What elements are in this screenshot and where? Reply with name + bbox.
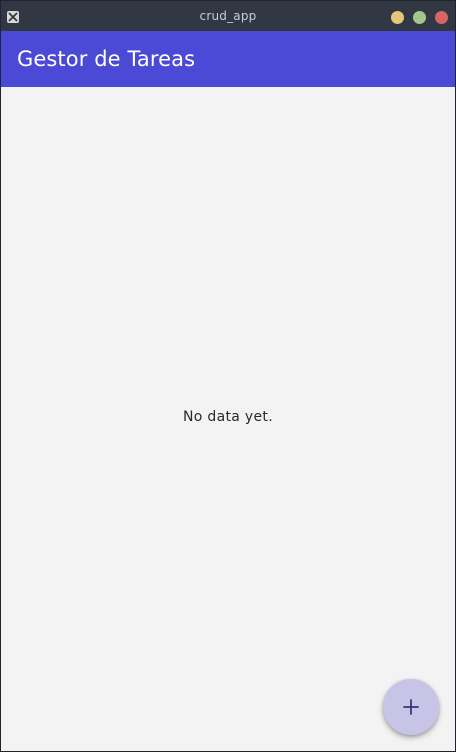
app-icon	[7, 11, 19, 23]
plus-icon	[403, 699, 419, 715]
window-titlebar[interactable]: crud_app	[1, 1, 455, 31]
empty-state-message: No data yet.	[183, 409, 273, 425]
add-task-button[interactable]	[383, 679, 439, 735]
close-button[interactable]	[435, 11, 448, 24]
page-title: Gestor de Tareas	[17, 47, 196, 71]
maximize-button[interactable]	[413, 11, 426, 24]
minimize-button[interactable]	[391, 11, 404, 24]
window-controls	[391, 11, 448, 24]
app-window: crud_app Gestor de Tareas No data yet.	[0, 0, 456, 752]
app-bar: Gestor de Tareas	[1, 31, 455, 87]
window-title: crud_app	[199, 9, 257, 23]
main-content: No data yet.	[1, 87, 455, 751]
x-logo-icon	[8, 12, 18, 22]
